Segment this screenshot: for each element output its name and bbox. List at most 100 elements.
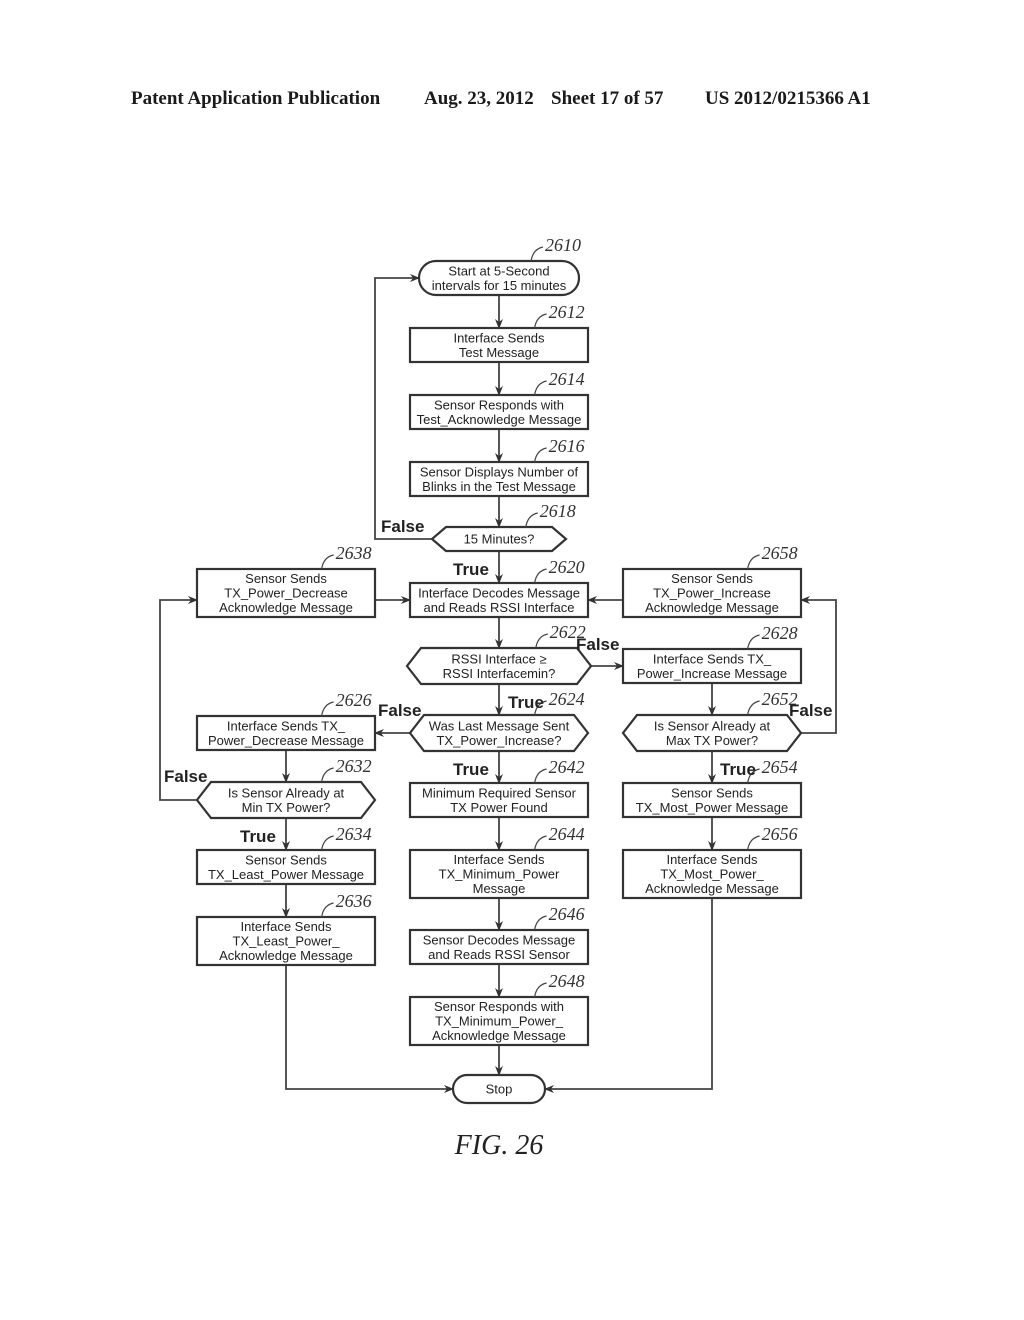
- ref-number: 2636: [336, 891, 372, 911]
- ref-number: 2614: [549, 369, 585, 389]
- ref-leader: [321, 767, 334, 783]
- node-text-line: Sensor Sends: [671, 571, 753, 586]
- edge-label-false: False: [378, 701, 421, 720]
- node-text-line: Interface Sends TX_: [653, 651, 772, 666]
- ref-number: 2616: [549, 436, 585, 456]
- node-text-line: TX_Power_Increase: [653, 586, 771, 601]
- node-text-line: TX_Minimum_Power_: [435, 1014, 564, 1029]
- ref-leader: [747, 835, 760, 851]
- node-text-line: TX_Minimum_Power: [439, 867, 560, 882]
- node-text-line: intervals for 15 minutes: [432, 278, 567, 293]
- flow-node-stop: Stop: [451, 1073, 547, 1105]
- ref-number: 2648: [549, 971, 585, 991]
- node-text-line: Sensor Sends: [245, 852, 327, 867]
- ref-number: 2642: [549, 757, 585, 777]
- flow-node-2658: Sensor SendsTX_Power_IncreaseAcknowledge…: [621, 543, 803, 619]
- ref-leader: [747, 700, 760, 716]
- ref-leader: [534, 768, 547, 784]
- node-text-line: Min TX Power?: [242, 800, 331, 815]
- node-text-line: TX_Most_Power_: [660, 867, 764, 882]
- ref-number: 2654: [762, 757, 798, 777]
- flow-node-2638: Sensor SendsTX_Power_DecreaseAcknowledge…: [195, 543, 377, 619]
- node-text-line: Power_Increase Message: [637, 666, 787, 681]
- ref-number: 2634: [336, 824, 372, 844]
- node-text-line: TX_Least_Power Message: [208, 867, 364, 882]
- flowchart: Start at 5-Secondintervals for 15 minute…: [159, 235, 837, 1161]
- ref-leader: [534, 380, 547, 396]
- ref-number: 2626: [336, 690, 372, 710]
- node-text-line: Sensor Responds with: [434, 999, 564, 1014]
- node-text-line: 15 Minutes?: [464, 532, 535, 547]
- ref-leader: [534, 835, 547, 851]
- node-text-line: Interface Sends: [453, 852, 545, 867]
- edge-label-false: False: [576, 635, 619, 654]
- ref-leader: [534, 447, 547, 463]
- ref-leader: [525, 512, 538, 528]
- node-text-line: Acknowledge Message: [219, 600, 353, 615]
- node-text-line: Sensor Sends: [245, 571, 327, 586]
- node-text-line: Sensor Displays Number of: [420, 464, 579, 479]
- ref-number: 2610: [545, 235, 581, 255]
- node-text-line: TX_Power_Increase?: [436, 733, 561, 748]
- edge-label-false: False: [381, 517, 424, 536]
- ref-number: 2612: [549, 302, 585, 322]
- node-text-line: RSSI Interface ≥: [451, 651, 546, 666]
- edge-label-false: False: [789, 701, 832, 720]
- node-text-line: Power_Decrease Message: [208, 733, 364, 748]
- node-text-line: TX_Most_Power Message: [636, 800, 788, 815]
- node-text-line: and Reads RSSI Sensor: [428, 947, 570, 962]
- ref-number: 2618: [540, 501, 576, 521]
- node-text-line: Was Last Message Sent: [429, 718, 570, 733]
- node-text-line: Blinks in the Test Message: [422, 479, 576, 494]
- edge-label-false: False: [164, 767, 207, 786]
- flow-node-2626: Interface Sends TX_Power_Decrease Messag…: [195, 690, 377, 752]
- ref-leader: [321, 902, 334, 918]
- ref-leader: [321, 554, 334, 570]
- ref-number: 2658: [762, 543, 798, 563]
- node-text-line: Sensor Sends: [671, 785, 753, 800]
- node-text-line: Acknowledge Message: [645, 600, 779, 615]
- ref-number: 2656: [762, 824, 798, 844]
- edge-label-true: True: [453, 760, 489, 779]
- edge-n2656-to-stop: [544, 898, 713, 1093]
- node-text-line: Max TX Power?: [666, 733, 758, 748]
- node-text-line: Start at 5-Second: [448, 263, 549, 278]
- ref-leader: [530, 246, 544, 262]
- node-text-line: RSSI Interfacemin?: [443, 666, 556, 681]
- ref-leader: [534, 568, 547, 584]
- ref-number: 2644: [549, 824, 585, 844]
- ref-number: 2620: [549, 557, 585, 577]
- node-text-line: Test Message: [459, 345, 539, 360]
- node-text-line: Interface Sends: [453, 330, 545, 345]
- node-text-line: Sensor Responds with: [434, 397, 564, 412]
- node-text-line: TX Power Found: [450, 800, 548, 815]
- node-text-line: Sensor Decodes Message: [423, 932, 575, 947]
- ref-leader: [747, 634, 760, 650]
- node-text-line: TX_Power_Decrease: [224, 586, 348, 601]
- node-text-line: Interface Sends: [240, 919, 332, 934]
- edge-label-true: True: [508, 693, 544, 712]
- node-text-line: Minimum Required Sensor: [422, 785, 577, 800]
- node-text-line: Interface Decodes Message: [418, 585, 580, 600]
- node-text-line: Test_Acknowledge Message: [417, 412, 582, 427]
- node-text-line: and Reads RSSI Interface: [423, 600, 574, 615]
- edge-label-true: True: [240, 827, 276, 846]
- ref-number: 2632: [336, 756, 372, 776]
- node-text-line: Interface Sends: [666, 852, 758, 867]
- node-text-line: Acknowledge Message: [219, 948, 353, 963]
- ref-leader: [534, 313, 547, 329]
- ref-leader: [535, 633, 548, 649]
- edge-label-true: True: [453, 560, 489, 579]
- ref-leader: [534, 982, 547, 998]
- flow-node-2628: Interface Sends TX_Power_Increase Messag…: [621, 623, 803, 685]
- ref-number: 2628: [762, 623, 798, 643]
- edge-label-true: True: [720, 760, 756, 779]
- node-text-line: Interface Sends TX_: [227, 718, 346, 733]
- figure-label: FIG. 26: [454, 1130, 544, 1161]
- node-text-line: Is Sensor Already at: [228, 785, 345, 800]
- node-text-line: Stop: [486, 1082, 513, 1097]
- node-text-line: Message: [473, 881, 526, 896]
- flow-node-2610: Start at 5-Secondintervals for 15 minute…: [417, 235, 581, 297]
- node-text-line: Is Sensor Already at: [654, 718, 771, 733]
- flow-node-2618: 15 Minutes? 2618: [430, 501, 576, 553]
